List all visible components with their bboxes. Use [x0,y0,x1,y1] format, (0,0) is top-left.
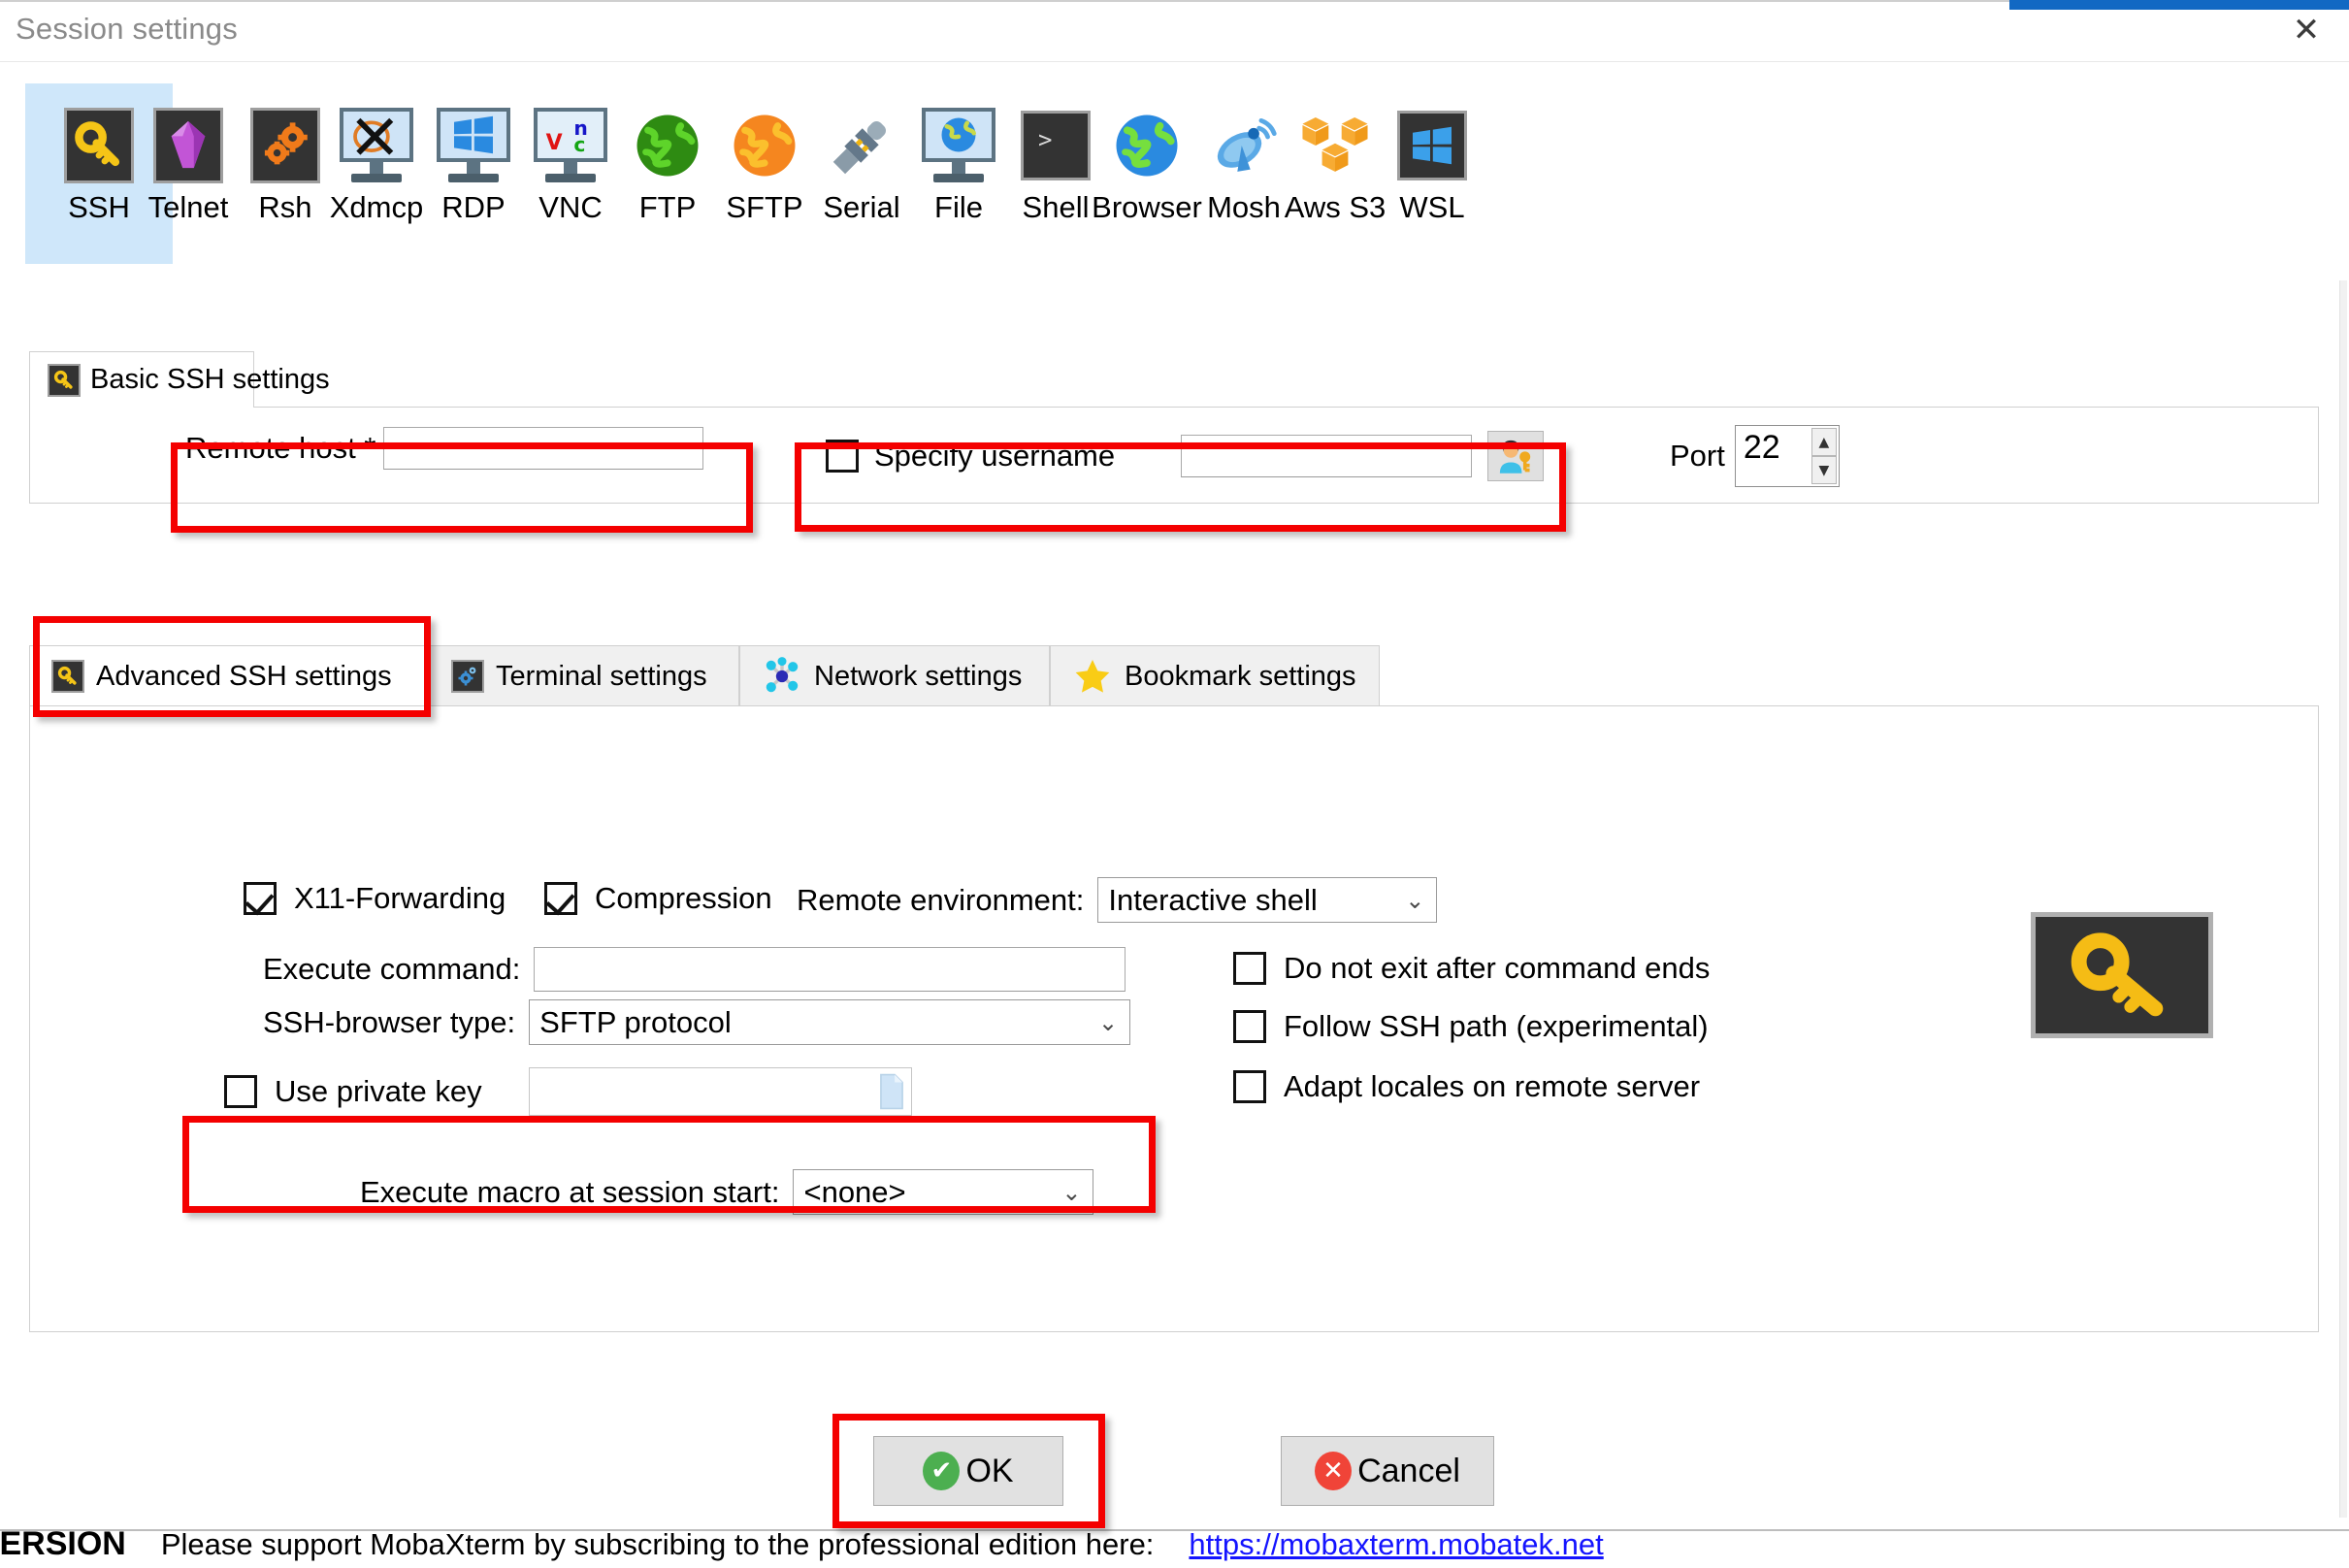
star-icon [1072,656,1113,697]
use-private-key-group: Use private key [224,1067,912,1116]
port-value: 22 [1743,429,1780,466]
follow-ssh-path-label: Follow SSH path (experimental) [1284,1009,1709,1043]
specify-username-label: Specify username [874,439,1116,473]
mobaxterm-link[interactable]: https://mobaxterm.mobatek.net [1189,1531,1603,1562]
ok-button-label: OK [965,1452,1014,1489]
remote-host-label: Remote host * [185,431,376,465]
registration-status: ISTERED VERSION [0,1529,126,1562]
protocol-item-wsl[interactable]: WSL [1358,83,1506,264]
title-bar: Session settings ✕ [0,0,2349,62]
ssh-browser-type-label: SSH-browser type: [263,1004,516,1039]
x11-forwarding-checkbox[interactable] [244,882,277,915]
advanced-ssh-panel: X11-Forwarding Compression Remote enviro… [29,705,2319,1332]
remote-host-input[interactable] [383,427,704,470]
protocol-toolbar: SSH Telnet Rsh Xdmcp RDP V n c VNC FTP S… [0,62,2349,280]
tab-label: Terminal settings [496,660,707,692]
check-circle-icon: ✔ [923,1452,961,1490]
wsl-windows-icon [1391,105,1473,186]
execute-command-input[interactable] [534,947,1126,992]
remote-environment-label: Remote environment: [797,882,1085,917]
protocol-label: File [934,190,983,224]
compression-group: Compression [544,881,772,916]
x11-forwarding-group: X11-Forwarding [244,881,506,916]
status-bar: ISTERED VERSION Please support MobaXterm… [0,1529,2349,1568]
execute-macro-select[interactable]: <none> ⌄ [793,1169,1094,1215]
do-not-exit-label: Do not exit after command ends [1284,951,1711,985]
execute-macro-label: Execute macro at session start: [360,1174,780,1209]
key-icon [48,363,81,397]
x-circle-icon: ✕ [1315,1452,1353,1490]
file-browse-icon[interactable] [879,1073,904,1115]
gear-blue-icon [451,660,484,693]
specify-username-checkbox[interactable] [826,440,859,473]
ssh-browser-type-value: SFTP protocol [539,1004,732,1039]
close-icon[interactable]: ✕ [2275,6,2337,54]
chevron-down-icon: ⌄ [1405,886,1425,914]
do-not-exit-checkbox[interactable] [1233,952,1266,985]
network-icon [762,656,802,697]
page-title: Session settings [16,12,238,46]
remote-host-group: Remote host * [185,427,704,470]
specify-username-group: Specify username [826,431,1545,481]
execute-macro-value: <none> [803,1174,906,1209]
svg-text:>: > [1038,126,1052,153]
protocol-label: FTP [638,190,697,224]
protocol-label: VNC [538,190,603,224]
tab-bookmark-settings[interactable]: Bookmark settings [1050,645,1380,706]
cancel-button[interactable]: ✕ Cancel [1281,1436,1494,1506]
user-key-icon[interactable] [1487,431,1545,481]
tab-network-settings[interactable]: Network settings [739,645,1050,706]
remote-environment-value: Interactive shell [1108,882,1318,917]
ok-button[interactable]: ✔ OK [873,1436,1063,1506]
tab-label: Advanced SSH settings [96,660,392,692]
protocol-label: RDP [441,190,506,224]
scrollbar-track[interactable] [2339,62,2347,1518]
execute-command-label: Execute command: [263,952,521,986]
adapt-locales-group: Adapt locales on remote server [1233,1069,1700,1104]
ssh-browser-type-select[interactable]: SFTP protocol ⌄ [529,999,1131,1045]
remote-environment-group: Remote environment: Interactive shell ⌄ [797,877,1438,923]
remote-environment-select[interactable]: Interactive shell ⌄ [1097,877,1438,923]
basic-ssh-panel: Remote host * Specify username Port 22 ▲… [29,407,2319,504]
port-increment-button[interactable]: ▲ [1811,428,1837,456]
tab-basic-ssh-settings[interactable]: Basic SSH settings [29,351,330,408]
adapt-locales-checkbox[interactable] [1233,1070,1266,1103]
settings-tab-row: Advanced SSH settings Terminal settings [29,645,2319,706]
port-label: Port [1670,439,1725,473]
execute-macro-group: Execute macro at session start: <none> ⌄ [360,1169,1094,1215]
execute-command-group: Execute command: [263,947,1126,992]
protocol-label: WSL [1399,190,1465,224]
port-group: Port 22 ▲ ▼ [1670,425,1840,487]
compression-checkbox[interactable] [544,882,577,915]
follow-ssh-path-checkbox[interactable] [1233,1010,1266,1043]
follow-ssh-path-group: Follow SSH path (experimental) [1233,1009,1709,1044]
use-private-key-checkbox[interactable] [224,1075,257,1108]
session-settings-window: Session settings ✕ SSH Telnet Rsh Xdmcp … [0,0,2349,1568]
status-message: Please support MobaXterm by subscribing … [160,1529,1155,1561]
cancel-button-label: Cancel [1357,1452,1460,1489]
chevron-down-icon: ⌄ [1061,1178,1082,1206]
username-input[interactable] [1181,435,1473,477]
adapt-locales-label: Adapt locales on remote server [1284,1069,1701,1103]
tab-terminal-settings[interactable]: Terminal settings [429,645,739,706]
port-decrement-button[interactable]: ▼ [1811,456,1837,484]
key-icon [2031,912,2213,1038]
x11-forwarding-label: X11-Forwarding [294,881,506,915]
ssh-browser-type-group: SSH-browser type: SFTP protocol ⌄ [263,999,1131,1045]
tab-advanced-ssh-settings[interactable]: Advanced SSH settings [29,645,429,706]
compression-label: Compression [595,881,772,915]
private-key-input[interactable] [528,1067,912,1116]
key-icon [51,660,84,693]
svg-text:V: V [546,131,563,155]
use-private-key-label: Use private key [275,1074,482,1108]
do-not-exit-group: Do not exit after command ends [1233,951,1710,986]
chevron-down-icon: ⌄ [1098,1008,1119,1036]
tab-label: Bookmark settings [1125,660,1356,692]
tab-label: Network settings [814,660,1023,692]
tab-label: Basic SSH settings [90,364,330,395]
svg-text:c: c [573,133,585,156]
port-stepper[interactable]: 22 ▲ ▼ [1734,425,1840,487]
